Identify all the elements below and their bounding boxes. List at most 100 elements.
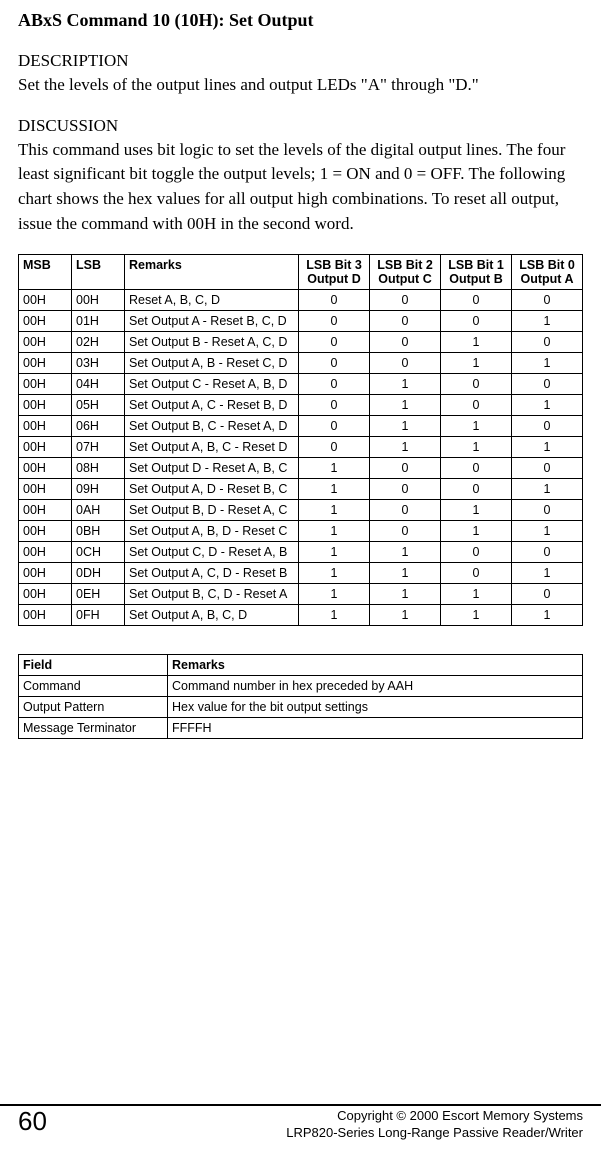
table-row: CommandCommand number in hex preceded by… bbox=[19, 676, 583, 697]
cell-bit1: 0 bbox=[441, 374, 512, 395]
cell-lsb: 08H bbox=[72, 458, 125, 479]
cell-lsb: 0BH bbox=[72, 521, 125, 542]
table-row: 00H0CHSet Output C, D - Reset A, B1100 bbox=[19, 542, 583, 563]
cell-msb: 00H bbox=[19, 500, 72, 521]
cell-msb: 00H bbox=[19, 416, 72, 437]
cell-remarks: Set Output A, C, D - Reset B bbox=[125, 563, 299, 584]
cell-bit0: 0 bbox=[512, 416, 583, 437]
cell-bit0: 0 bbox=[512, 458, 583, 479]
cell-bit0: 0 bbox=[512, 374, 583, 395]
cell-msb: 00H bbox=[19, 290, 72, 311]
cell-bit2: 1 bbox=[370, 584, 441, 605]
cell-lsb: 01H bbox=[72, 311, 125, 332]
cell-bit1: 1 bbox=[441, 332, 512, 353]
cell-lsb: 09H bbox=[72, 479, 125, 500]
col-bit1-line2: Output B bbox=[449, 272, 502, 286]
cell-bit2: 0 bbox=[370, 332, 441, 353]
col-msb: MSB bbox=[19, 255, 72, 290]
cell-bit1: 0 bbox=[441, 479, 512, 500]
cell-bit0: 0 bbox=[512, 500, 583, 521]
cell-bit0: 1 bbox=[512, 353, 583, 374]
discussion-heading: DISCUSSION bbox=[18, 116, 583, 136]
table-header-row: Field Remarks bbox=[19, 655, 583, 676]
cell-msb: 00H bbox=[19, 353, 72, 374]
cell-remarks: FFFFH bbox=[168, 718, 583, 739]
cell-msb: 00H bbox=[19, 479, 72, 500]
cell-bit3: 0 bbox=[299, 332, 370, 353]
col-lsb: LSB bbox=[72, 255, 125, 290]
cell-lsb: 05H bbox=[72, 395, 125, 416]
description-text: Set the levels of the output lines and o… bbox=[18, 73, 583, 98]
cell-bit0: 1 bbox=[512, 395, 583, 416]
col-bit0: LSB Bit 0 Output A bbox=[512, 255, 583, 290]
cell-bit3: 1 bbox=[299, 563, 370, 584]
footer-copyright: Copyright © 2000 Escort Memory Systems bbox=[337, 1108, 583, 1123]
cell-bit3: 0 bbox=[299, 290, 370, 311]
field-remarks-table: Field Remarks CommandCommand number in h… bbox=[18, 654, 583, 739]
cell-msb: 00H bbox=[19, 374, 72, 395]
table-row: 00H07HSet Output A, B, C - Reset D0111 bbox=[19, 437, 583, 458]
discussion-text: This command uses bit logic to set the l… bbox=[18, 138, 583, 237]
cell-bit1: 1 bbox=[441, 521, 512, 542]
col-remarks: Remarks bbox=[125, 255, 299, 290]
cell-remarks: Set Output A, B - Reset C, D bbox=[125, 353, 299, 374]
cell-bit2: 0 bbox=[370, 311, 441, 332]
table-row: 00H05HSet Output A, C - Reset B, D0101 bbox=[19, 395, 583, 416]
col-bit3: LSB Bit 3 Output D bbox=[299, 255, 370, 290]
page-title: ABxS Command 10 (10H): Set Output bbox=[18, 10, 583, 31]
table-row: 00H00HReset A, B, C, D0000 bbox=[19, 290, 583, 311]
col-bit1: LSB Bit 1 Output B bbox=[441, 255, 512, 290]
cell-lsb: 0AH bbox=[72, 500, 125, 521]
cell-remarks: Set Output A, B, C, D bbox=[125, 605, 299, 626]
cell-lsb: 0FH bbox=[72, 605, 125, 626]
cell-bit1: 1 bbox=[441, 605, 512, 626]
cell-bit2: 0 bbox=[370, 290, 441, 311]
cell-msb: 00H bbox=[19, 332, 72, 353]
cell-remarks: Command number in hex preceded by AAH bbox=[168, 676, 583, 697]
cell-lsb: 00H bbox=[72, 290, 125, 311]
cell-lsb: 04H bbox=[72, 374, 125, 395]
cell-bit1: 0 bbox=[441, 395, 512, 416]
col-remarks: Remarks bbox=[168, 655, 583, 676]
cell-bit2: 0 bbox=[370, 521, 441, 542]
table-row: 00H0AHSet Output B, D - Reset A, C1010 bbox=[19, 500, 583, 521]
cell-bit2: 0 bbox=[370, 500, 441, 521]
cell-remarks: Hex value for the bit output settings bbox=[168, 697, 583, 718]
cell-bit2: 1 bbox=[370, 395, 441, 416]
cell-bit2: 0 bbox=[370, 479, 441, 500]
cell-field: Command bbox=[19, 676, 168, 697]
cell-bit3: 0 bbox=[299, 311, 370, 332]
cell-remarks: Set Output C, D - Reset A, B bbox=[125, 542, 299, 563]
table-row: 00H06HSet Output B, C - Reset A, D0110 bbox=[19, 416, 583, 437]
table-row: 00H01HSet Output A - Reset B, C, D0001 bbox=[19, 311, 583, 332]
cell-lsb: 02H bbox=[72, 332, 125, 353]
cell-bit0: 1 bbox=[512, 311, 583, 332]
cell-remarks: Set Output D - Reset A, B, C bbox=[125, 458, 299, 479]
cell-bit3: 0 bbox=[299, 437, 370, 458]
cell-bit3: 1 bbox=[299, 605, 370, 626]
cell-msb: 00H bbox=[19, 605, 72, 626]
col-bit0-line2: Output A bbox=[521, 272, 574, 286]
table-row: Output PatternHex value for the bit outp… bbox=[19, 697, 583, 718]
cell-bit2: 1 bbox=[370, 437, 441, 458]
cell-field: Message Terminator bbox=[19, 718, 168, 739]
cell-msb: 00H bbox=[19, 437, 72, 458]
cell-bit1: 1 bbox=[441, 584, 512, 605]
cell-msb: 00H bbox=[19, 395, 72, 416]
page-footer: 60 Copyright © 2000 Escort Memory System… bbox=[0, 1104, 601, 1142]
cell-lsb: 0EH bbox=[72, 584, 125, 605]
page-number: 60 bbox=[18, 1108, 47, 1134]
table-row: 00H08HSet Output D - Reset A, B, C1000 bbox=[19, 458, 583, 479]
table-header-row: MSB LSB Remarks LSB Bit 3 Output D LSB B… bbox=[19, 255, 583, 290]
cell-bit3: 1 bbox=[299, 542, 370, 563]
cell-lsb: 06H bbox=[72, 416, 125, 437]
cell-bit2: 1 bbox=[370, 374, 441, 395]
cell-remarks: Set Output C - Reset A, B, D bbox=[125, 374, 299, 395]
cell-bit0: 1 bbox=[512, 521, 583, 542]
table-row: 00H0EHSet Output B, C, D - Reset A1110 bbox=[19, 584, 583, 605]
cell-bit0: 1 bbox=[512, 563, 583, 584]
col-bit3-line2: Output D bbox=[307, 272, 360, 286]
cell-remarks: Reset A, B, C, D bbox=[125, 290, 299, 311]
cell-msb: 00H bbox=[19, 458, 72, 479]
cell-bit3: 0 bbox=[299, 353, 370, 374]
